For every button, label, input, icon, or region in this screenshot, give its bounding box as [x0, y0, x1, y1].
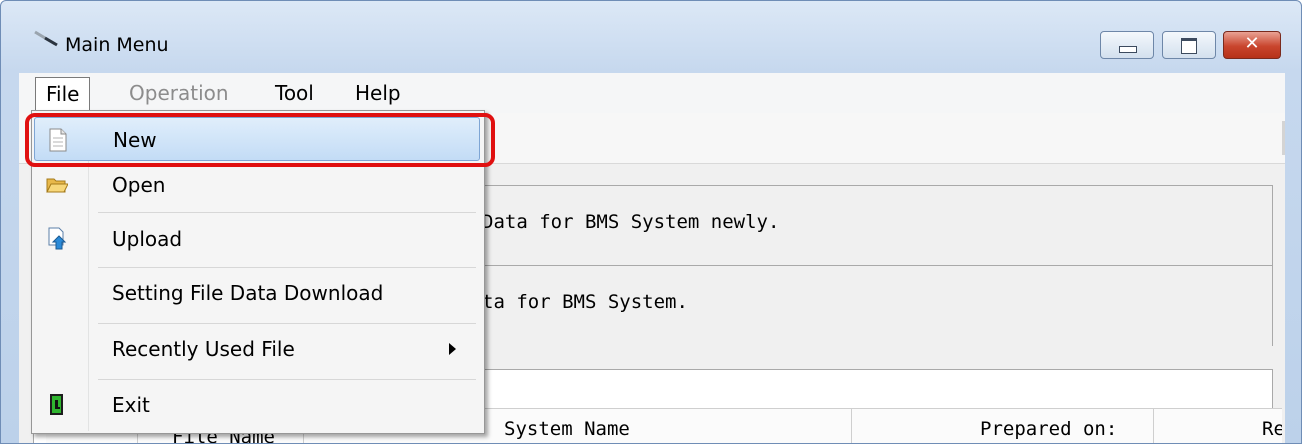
window-title: Main Menu — [65, 34, 169, 56]
menu-separator — [98, 379, 476, 380]
menu-help[interactable]: Help — [345, 77, 411, 109]
menu-item-setting-download[interactable]: Setting File Data Download — [34, 271, 480, 315]
submenu-arrow-icon — [449, 343, 456, 355]
menu-item-setting-download-label: Setting File Data Download — [112, 281, 384, 305]
open-description: ta for BMS System. — [482, 291, 688, 313]
menu-item-new-label: New — [113, 128, 157, 152]
menu-item-exit-label: Exit — [112, 393, 150, 417]
menu-item-recent-files-label: Recently Used File — [112, 337, 295, 361]
menu-tool[interactable]: Tool — [265, 77, 324, 109]
exit-icon — [50, 394, 63, 415]
menu-item-open[interactable]: Open — [34, 163, 480, 207]
minimize-button[interactable] — [1100, 31, 1154, 59]
file-dropdown-menu: New Open Upload Setting File Data Downlo… — [31, 110, 485, 434]
column-prepared-on[interactable]: Prepared on: — [852, 409, 1154, 443]
new-document-icon — [49, 128, 67, 152]
menu-separator — [98, 267, 476, 268]
menu-item-new[interactable]: New — [34, 117, 480, 161]
upload-icon — [48, 227, 67, 250]
maximize-button[interactable] — [1162, 31, 1216, 59]
close-icon: ✕ — [1244, 33, 1260, 54]
menu-operation[interactable]: Operation — [119, 77, 239, 109]
menu-item-exit[interactable]: Exit — [34, 383, 480, 427]
toolbar-edge — [1282, 121, 1285, 155]
main-menu-window: Main Menu ✕ File Operation Tool Help Dat… — [0, 0, 1302, 444]
column-re[interactable]: Re — [1154, 409, 1282, 443]
minimize-icon — [1119, 46, 1137, 53]
menu-bar: File Operation Tool Help — [19, 73, 1285, 114]
title-bar[interactable]: Main Menu ✕ — [1, 1, 1301, 73]
menu-item-open-label: Open — [112, 173, 166, 197]
new-description: Data for BMS System newly. — [482, 211, 780, 233]
tool-icon — [34, 30, 58, 47]
menu-file[interactable]: File — [35, 77, 91, 113]
menu-item-upload[interactable]: Upload — [34, 217, 480, 261]
folder-open-icon — [46, 178, 68, 193]
menu-separator — [98, 323, 476, 324]
menu-separator — [98, 212, 476, 213]
maximize-icon — [1181, 38, 1197, 54]
menu-item-upload-label: Upload — [112, 227, 183, 251]
close-button[interactable]: ✕ — [1223, 31, 1281, 59]
menu-item-recent-files[interactable]: Recently Used File — [34, 327, 480, 371]
